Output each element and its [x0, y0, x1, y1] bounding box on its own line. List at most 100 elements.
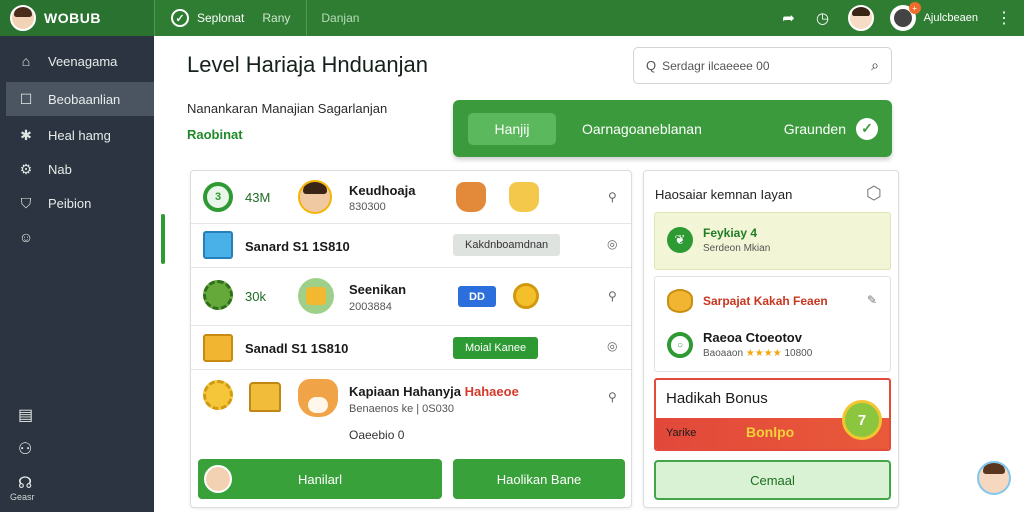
- ring-icon: 3: [203, 182, 233, 212]
- gift-icon: [203, 231, 233, 259]
- support-avatar[interactable]: [977, 461, 1011, 495]
- avatar-image: [893, 9, 912, 27]
- banner-right-label: Graunden: [783, 120, 846, 137]
- panel-title: Haosaiar kemnan Iayan: [655, 187, 793, 202]
- top-right-actions: ➦ ◷ + Ajulcbeaen ⋮: [772, 0, 1024, 36]
- sidebar-item-home[interactable]: ⌂ Veenagama: [0, 44, 154, 78]
- bonus-card[interactable]: Hadikah Bonus Yarike Bonlpo 7: [654, 378, 891, 451]
- status-label: Seplonat: [197, 11, 245, 25]
- shield-icon: ⛉: [20, 194, 32, 211]
- reward-card[interactable]: ❦ Feykiay 4 Serdeon Mkian: [654, 212, 891, 270]
- coin-pile-icon: [298, 278, 334, 314]
- avatar[interactable]: [847, 5, 874, 31]
- mascot-icon: [509, 182, 539, 212]
- status-badge[interactable]: Moial Kanee: [453, 337, 539, 359]
- sidebar-item-nab[interactable]: ⚙ Nab: [0, 152, 154, 186]
- list-item[interactable]: Kapiaan Hahanyja Hahaeoe Benaenos ke | 0…: [191, 370, 631, 452]
- brand[interactable]: WOBUB: [0, 0, 154, 36]
- coin-icon: [513, 283, 539, 309]
- rewards-panel: Haosaiar kemnan Iayan ⬡ ❦ Feykiay 4 Serd…: [643, 170, 899, 508]
- row-sub: 830300: [349, 201, 386, 213]
- reward-title: Feykiay 4: [703, 226, 758, 240]
- chest-icon: [249, 382, 281, 412]
- user-icon[interactable]: ⚇: [0, 432, 154, 466]
- pin-icon[interactable]: ⚲: [608, 190, 617, 204]
- brand-avatar: [10, 5, 36, 31]
- bonus-title: Hadikah Bonus: [666, 390, 768, 407]
- button-label: Hanilarl: [297, 471, 343, 487]
- sun-icon: [203, 380, 233, 410]
- notification-badge: +: [908, 2, 921, 14]
- gear-icon: ⚙: [19, 160, 33, 177]
- row-stat: 30k: [245, 289, 266, 304]
- list-item[interactable]: Sanadl S1 1S810 Moial Kanee ◎: [191, 326, 631, 370]
- pin-icon[interactable]: ⚲: [608, 390, 617, 404]
- sidebar-bottom-label: Geasr: [10, 492, 35, 502]
- document-icon[interactable]: ▤: [0, 398, 154, 432]
- list-item[interactable]: 3 43M Keudhoaja 830300 ⚲: [191, 171, 631, 224]
- more-vertical-icon[interactable]: ⋮: [994, 8, 1014, 28]
- list-item[interactable]: Sanard S1 1S810 Kakdnboamdnan ◎: [191, 224, 631, 268]
- user-name[interactable]: Ajulcbeaen: [924, 12, 978, 24]
- check-icon: ✓: [171, 9, 189, 27]
- sidebar-item-settings[interactable]: ✱ Heal hamg: [0, 118, 154, 152]
- clock-icon[interactable]: ◷: [806, 0, 840, 36]
- banner-button[interactable]: Hanjij: [468, 112, 556, 145]
- banner-text: Oarnagoaneblanan: [582, 120, 702, 137]
- top-link[interactable]: Danjan: [307, 11, 359, 25]
- sidebar-item-active[interactable]: ☐ Beobaanlian: [6, 82, 154, 116]
- coins-icon: [667, 289, 693, 313]
- share-icon[interactable]: ➦: [772, 0, 806, 36]
- status-badge[interactable]: DD: [458, 286, 496, 307]
- sidebar-item-label: Peibion: [48, 195, 92, 211]
- banner-right[interactable]: Graunden ✓: [783, 117, 878, 140]
- reward-rating: Baoaaon ★★★★ 10800: [703, 348, 812, 359]
- search-placeholder: Serdagr ilcaeeee 00: [662, 58, 770, 73]
- points: 10800: [784, 348, 813, 359]
- sidebar-bottom: ▤ ⚇ ☊ Geasr: [0, 398, 154, 502]
- emoji-icon: ☺: [18, 229, 34, 245]
- primary-button[interactable]: Hanilarl: [198, 459, 442, 499]
- reward-title: Sarpajat Kakah Feaen: [703, 294, 828, 308]
- search-input[interactable]: Q Serdagr ilcaeeee 00 ⌕: [633, 47, 892, 84]
- target-icon[interactable]: ◎: [607, 237, 617, 251]
- row-title: Sanadl S1 1S810: [245, 341, 349, 356]
- row-sub: 2003884: [349, 301, 392, 313]
- pin-icon[interactable]: ⚲: [608, 289, 617, 303]
- scroll-accent: [161, 214, 165, 264]
- edit-icon[interactable]: ✎: [867, 293, 877, 307]
- page-title: Level Hariaja Hnduanjan: [187, 52, 428, 77]
- hexagon-icon[interactable]: ⬡: [866, 183, 882, 204]
- sidebar-item-security[interactable]: ⛉ Peibion: [0, 186, 154, 220]
- status-badge[interactable]: Kakdnboamdnan: [453, 234, 561, 256]
- notification-avatar[interactable]: +: [889, 2, 921, 31]
- list-item[interactable]: 30k Seenikan 2003884 DD ⚲: [191, 268, 631, 326]
- stars-icon: ★★★★: [745, 348, 782, 359]
- status-extra: Rany: [262, 11, 291, 25]
- secondary-button[interactable]: Haolikan Bane: [453, 459, 625, 499]
- sidebar-item-label: Heal hamg: [48, 127, 111, 143]
- row-title: Sanard S1 1S810: [245, 239, 350, 254]
- sidebar-item-emoji[interactable]: ☺: [0, 220, 154, 254]
- settings-icon: ✱: [20, 126, 32, 143]
- mascot-icon: [456, 182, 486, 212]
- row-title-highlight: Hahaeoe: [464, 384, 519, 399]
- sidebar-item-label: Nab: [48, 161, 72, 177]
- button-label: Haolikan Bane: [496, 471, 582, 487]
- avatar: [298, 180, 332, 214]
- search-icon[interactable]: ⌕: [871, 57, 879, 74]
- target-icon[interactable]: ◎: [607, 339, 617, 353]
- promo-banner[interactable]: Hanjij Oarnagoaneblanan Graunden ✓: [453, 100, 892, 157]
- reward-card[interactable]: Sarpajat Kakah Feaen ✎ ○ Raeoa Ctoeotov …: [654, 276, 891, 372]
- rating-label: Baoaaon: [703, 348, 744, 359]
- bonus-left: Yarike: [666, 427, 697, 439]
- sidebar-item-label: Veenagama: [48, 53, 118, 69]
- panel-button[interactable]: Cemaal: [654, 460, 891, 500]
- gear-icon: [203, 280, 233, 310]
- brand-name: WOBUB: [44, 10, 101, 26]
- status-indicator[interactable]: ✓ Seplonat Rany: [155, 9, 306, 27]
- row-title: Keudhoaja: [349, 183, 416, 198]
- bonus-right: Bonlpo: [746, 424, 795, 440]
- top-bar: WOBUB ✓ Seplonat Rany Danjan ➦ ◷ + Ajulc…: [0, 0, 1024, 36]
- row-title: Seenikan: [349, 282, 407, 297]
